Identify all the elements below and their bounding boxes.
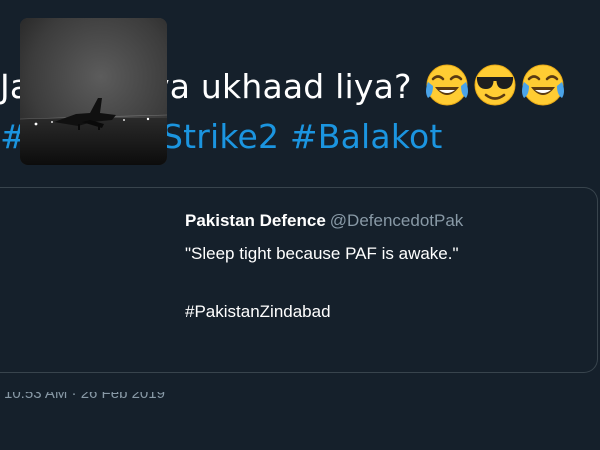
timestamp-text: 10:53 AM · 26 Feb 2019 <box>4 392 165 402</box>
quoted-tweet-image[interactable] <box>20 18 167 165</box>
face-with-tears-of-joy-icon <box>522 64 565 105</box>
quoted-tweet-text: "Sleep tight because PAF is awake." <box>185 244 459 263</box>
quoted-tweet-hashtag[interactable]: #PakistanZindabad <box>185 302 331 322</box>
face-with-tears-of-joy-icon <box>426 64 469 105</box>
hashtag-link[interactable]: #Balakot <box>290 117 443 156</box>
fighter-jet-photo <box>20 18 167 165</box>
quoted-tweet-header: Pakistan Defence @DefencedotPak <box>185 211 463 231</box>
tweet-timestamp[interactable]: 10:53 AM · 26 Feb 2019 <box>4 392 214 402</box>
author-name[interactable]: Pakistan Defence <box>185 211 326 230</box>
author-handle[interactable]: @DefencedotPak <box>330 211 464 230</box>
smiling-face-with-sunglasses-icon <box>474 64 516 105</box>
